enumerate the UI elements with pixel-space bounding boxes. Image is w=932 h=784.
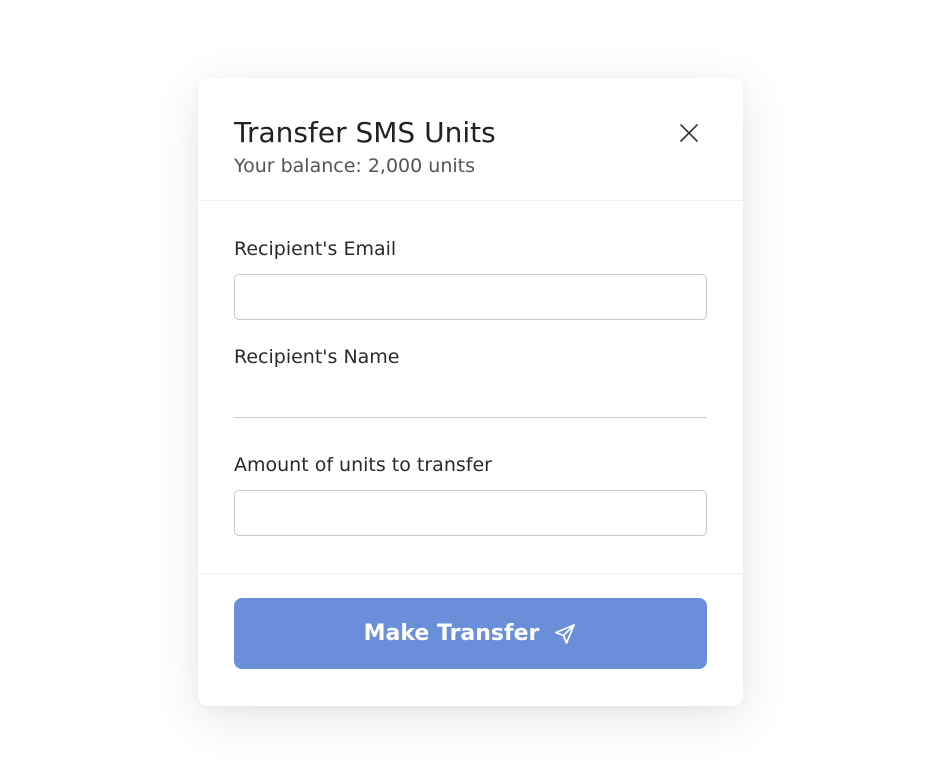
make-transfer-button[interactable]: Make Transfer <box>234 598 707 669</box>
footer-divider <box>198 573 743 574</box>
modal-header: Transfer SMS Units Your balance: 2,000 u… <box>198 78 743 201</box>
amount-field[interactable] <box>234 490 707 536</box>
email-field[interactable] <box>234 274 707 320</box>
close-icon <box>680 124 698 142</box>
name-field[interactable] <box>234 378 707 418</box>
close-button[interactable] <box>676 120 702 146</box>
name-label: Recipient's Name <box>234 346 400 368</box>
make-transfer-label: Make Transfer <box>363 621 540 646</box>
transfer-modal: Transfer SMS Units Your balance: 2,000 u… <box>198 78 743 706</box>
email-label: Recipient's Email <box>234 238 397 260</box>
amount-label: Amount of units to transfer <box>234 454 492 476</box>
modal-title: Transfer SMS Units <box>234 116 496 149</box>
balance-text: Your balance: 2,000 units <box>234 155 475 177</box>
send-icon <box>555 623 576 644</box>
